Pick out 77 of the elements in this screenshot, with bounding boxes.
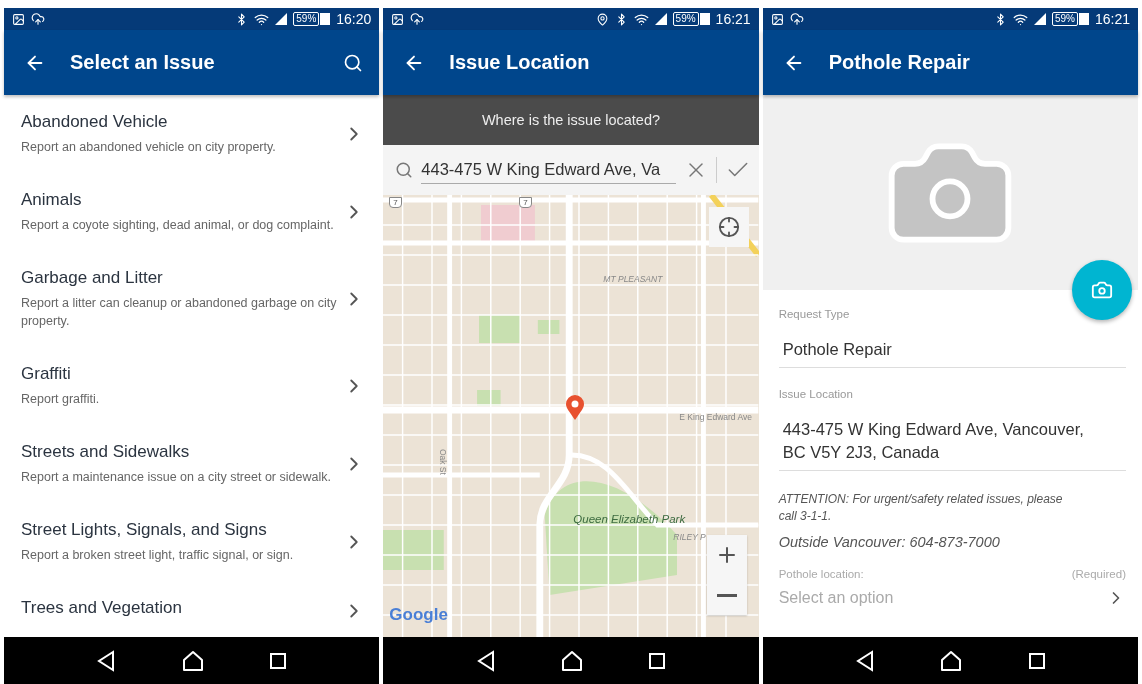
map-logo: Google: [389, 605, 448, 625]
wifi-icon: [254, 11, 270, 27]
location-prompt-banner: Where is the issue located?: [383, 95, 759, 145]
crosshair-icon: [717, 216, 740, 238]
home-icon[interactable]: [939, 649, 964, 672]
square-icon[interactable]: [1027, 651, 1046, 670]
my-location-button[interactable]: [708, 207, 749, 247]
home-icon[interactable]: [180, 649, 205, 672]
image-icon: [391, 12, 405, 26]
square-icon[interactable]: [269, 651, 288, 670]
map-label: 7: [389, 197, 402, 209]
clock-time: 16:20: [336, 11, 372, 27]
select-label: Pothole location:: [778, 568, 864, 580]
field-value[interactable]: Pothole Repair: [778, 338, 1126, 368]
map-pin-icon: [565, 395, 586, 421]
camera-icon: [1091, 279, 1113, 301]
image-icon: [12, 12, 25, 26]
field-value[interactable]: 443-475 W King Edward Ave, Vancouver, BC V5Y 2J3, Canada: [778, 418, 1126, 471]
issue-title: Garbage and Litter: [21, 268, 164, 288]
signal-icon: [654, 13, 667, 25]
issue-title: Animals: [21, 190, 83, 210]
zoom-in-button[interactable]: [706, 535, 747, 575]
issue-description: Report an abandoned vehicle on city property.: [21, 139, 277, 156]
phone-note: Outside Vancouver: 604-873-7000: [778, 534, 1001, 551]
issue-title: Abandoned Vehicle: [21, 112, 169, 132]
signal-icon: [275, 13, 288, 25]
issue-list-item[interactable]: Animals Report a coyote sighting, dead animal, or dog complaint.: [4, 173, 380, 251]
wifi-icon: [1012, 11, 1028, 27]
minus-icon: [716, 593, 737, 597]
screen-title: Issue Location: [449, 51, 591, 74]
zoom-out-button[interactable]: [706, 575, 747, 615]
search-icon[interactable]: [343, 52, 364, 73]
attention-note: ATTENTION: For urgent/safety related issues, please call 3-1-1.: [778, 491, 1064, 525]
map-label: 7: [519, 197, 532, 209]
issue-title: Street Lights, Signals, and Signs: [21, 520, 268, 540]
map-label: Oak St: [437, 448, 448, 475]
screen-title: Pothole Repair: [828, 51, 971, 74]
required-label: (Required): [1071, 568, 1126, 580]
issue-list-item[interactable]: Graffiti Report graffiti.: [4, 347, 380, 425]
issue-title: Graffiti: [21, 364, 72, 384]
screen-title: Select an Issue: [70, 51, 216, 74]
battery-level: 59%: [293, 12, 320, 26]
back-triangle-icon[interactable]: [96, 649, 117, 672]
field-label: Request Type: [778, 308, 851, 320]
issue-list-item[interactable]: Abandoned Vehicle Report an abandoned vehicle on city property.: [4, 95, 380, 173]
issue-title: Streets and Sidewalks: [21, 442, 191, 462]
map-label: RILEY P: [673, 533, 706, 543]
clock-time: 16:21: [1094, 11, 1130, 27]
issue-list-item[interactable]: Streets and Sidewalks Report a maintenance issue on a city street or sidewalk.: [4, 425, 380, 503]
issue-list-item[interactable]: Garbage and Litter Report a litter can cleanup or abandoned garbage on city property.: [4, 251, 380, 347]
clock-time: 16:21: [715, 11, 751, 27]
cloud-icon: [789, 12, 804, 26]
cloud-icon: [410, 12, 425, 26]
issue-list-item[interactable]: Trees and Vegetation: [4, 581, 380, 637]
battery-level: 59%: [672, 12, 699, 26]
issue-description: Report a coyote sighting, dead animal, or dog complaint.: [21, 217, 335, 234]
battery-level: 59%: [1051, 12, 1078, 26]
map-label: MT PLEASANT: [603, 275, 663, 285]
map-label: Queen Elizabeth Park: [573, 513, 686, 527]
back-triangle-icon[interactable]: [475, 649, 496, 672]
map-label: E King Edward Ave: [679, 413, 752, 423]
square-icon[interactable]: [648, 651, 667, 670]
wifi-icon: [633, 11, 649, 27]
address-field[interactable]: 443-475 W King Edward Ave, Va: [421, 156, 676, 184]
home-icon[interactable]: [560, 649, 584, 672]
issue-description: Report a litter can cleanup or abandoned garbage on city property.: [21, 295, 338, 330]
search-icon: [395, 161, 414, 179]
back-triangle-icon[interactable]: [854, 649, 875, 672]
field-label: Issue Location: [778, 388, 854, 400]
issue-description: Report graffiti.: [21, 391, 101, 408]
issue-description: Report a maintenance issue on a city street or sidewalk.: [21, 469, 332, 486]
issue-list-item[interactable]: Street Lights, Signals, and Signs Report a broken street light, traffic signal, or sign.: [4, 503, 380, 581]
cloud-icon: [31, 12, 45, 26]
issue-description: Report a broken street light, traffic signal, or sign.: [21, 547, 295, 564]
image-icon: [770, 12, 784, 26]
issue-title: Trees and Vegetation: [21, 598, 183, 618]
signal-icon: [1033, 13, 1046, 25]
